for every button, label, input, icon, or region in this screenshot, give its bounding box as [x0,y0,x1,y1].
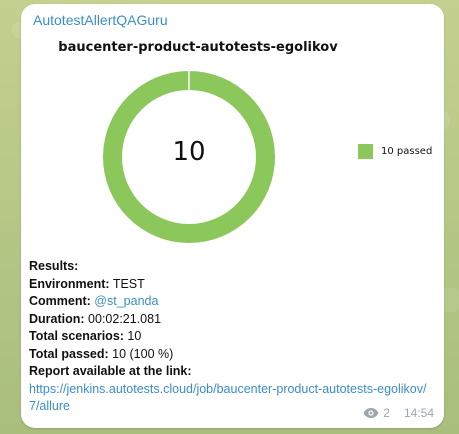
results-heading: Results: [29,259,79,273]
legend-label-passed: 10 passed [381,146,433,157]
report-chart-image[interactable]: baucenter-product-autotests-egolikov 10 … [33,34,437,254]
report-label: Report available at the link: [29,364,192,378]
environment-label: Environment: [29,276,110,291]
duration-value: 00:02:21.081 [88,311,162,326]
comment-label: Comment: [29,294,91,308]
views-count: 2 [383,406,390,420]
environment-value: TEST [112,276,145,291]
message-meta: 2 14:54 [363,406,434,420]
legend-swatch-passed [358,144,373,159]
total-passed-value: 10 (100 %) [112,346,174,361]
message-time: 14:54 [403,406,434,420]
sender-name[interactable]: AutotestAllertQAGuru [33,12,168,28]
message-bubble: AutotestAllertQAGuru baucenter-product-a… [21,4,444,428]
comment-mention-link[interactable]: @st_panda [94,294,158,308]
results-text: Results: Environment: TEST Comment: @st_… [29,258,434,416]
center-count: 10 [172,137,206,167]
chart-legend: 10 passed [358,144,432,159]
duration-label: Duration: [29,311,85,326]
total-scenarios-label: Total scenarios: [29,329,124,343]
eye-icon [363,408,379,418]
total-passed-label: Total passed: [29,346,109,361]
total-scenarios-value: 10 [127,329,142,343]
